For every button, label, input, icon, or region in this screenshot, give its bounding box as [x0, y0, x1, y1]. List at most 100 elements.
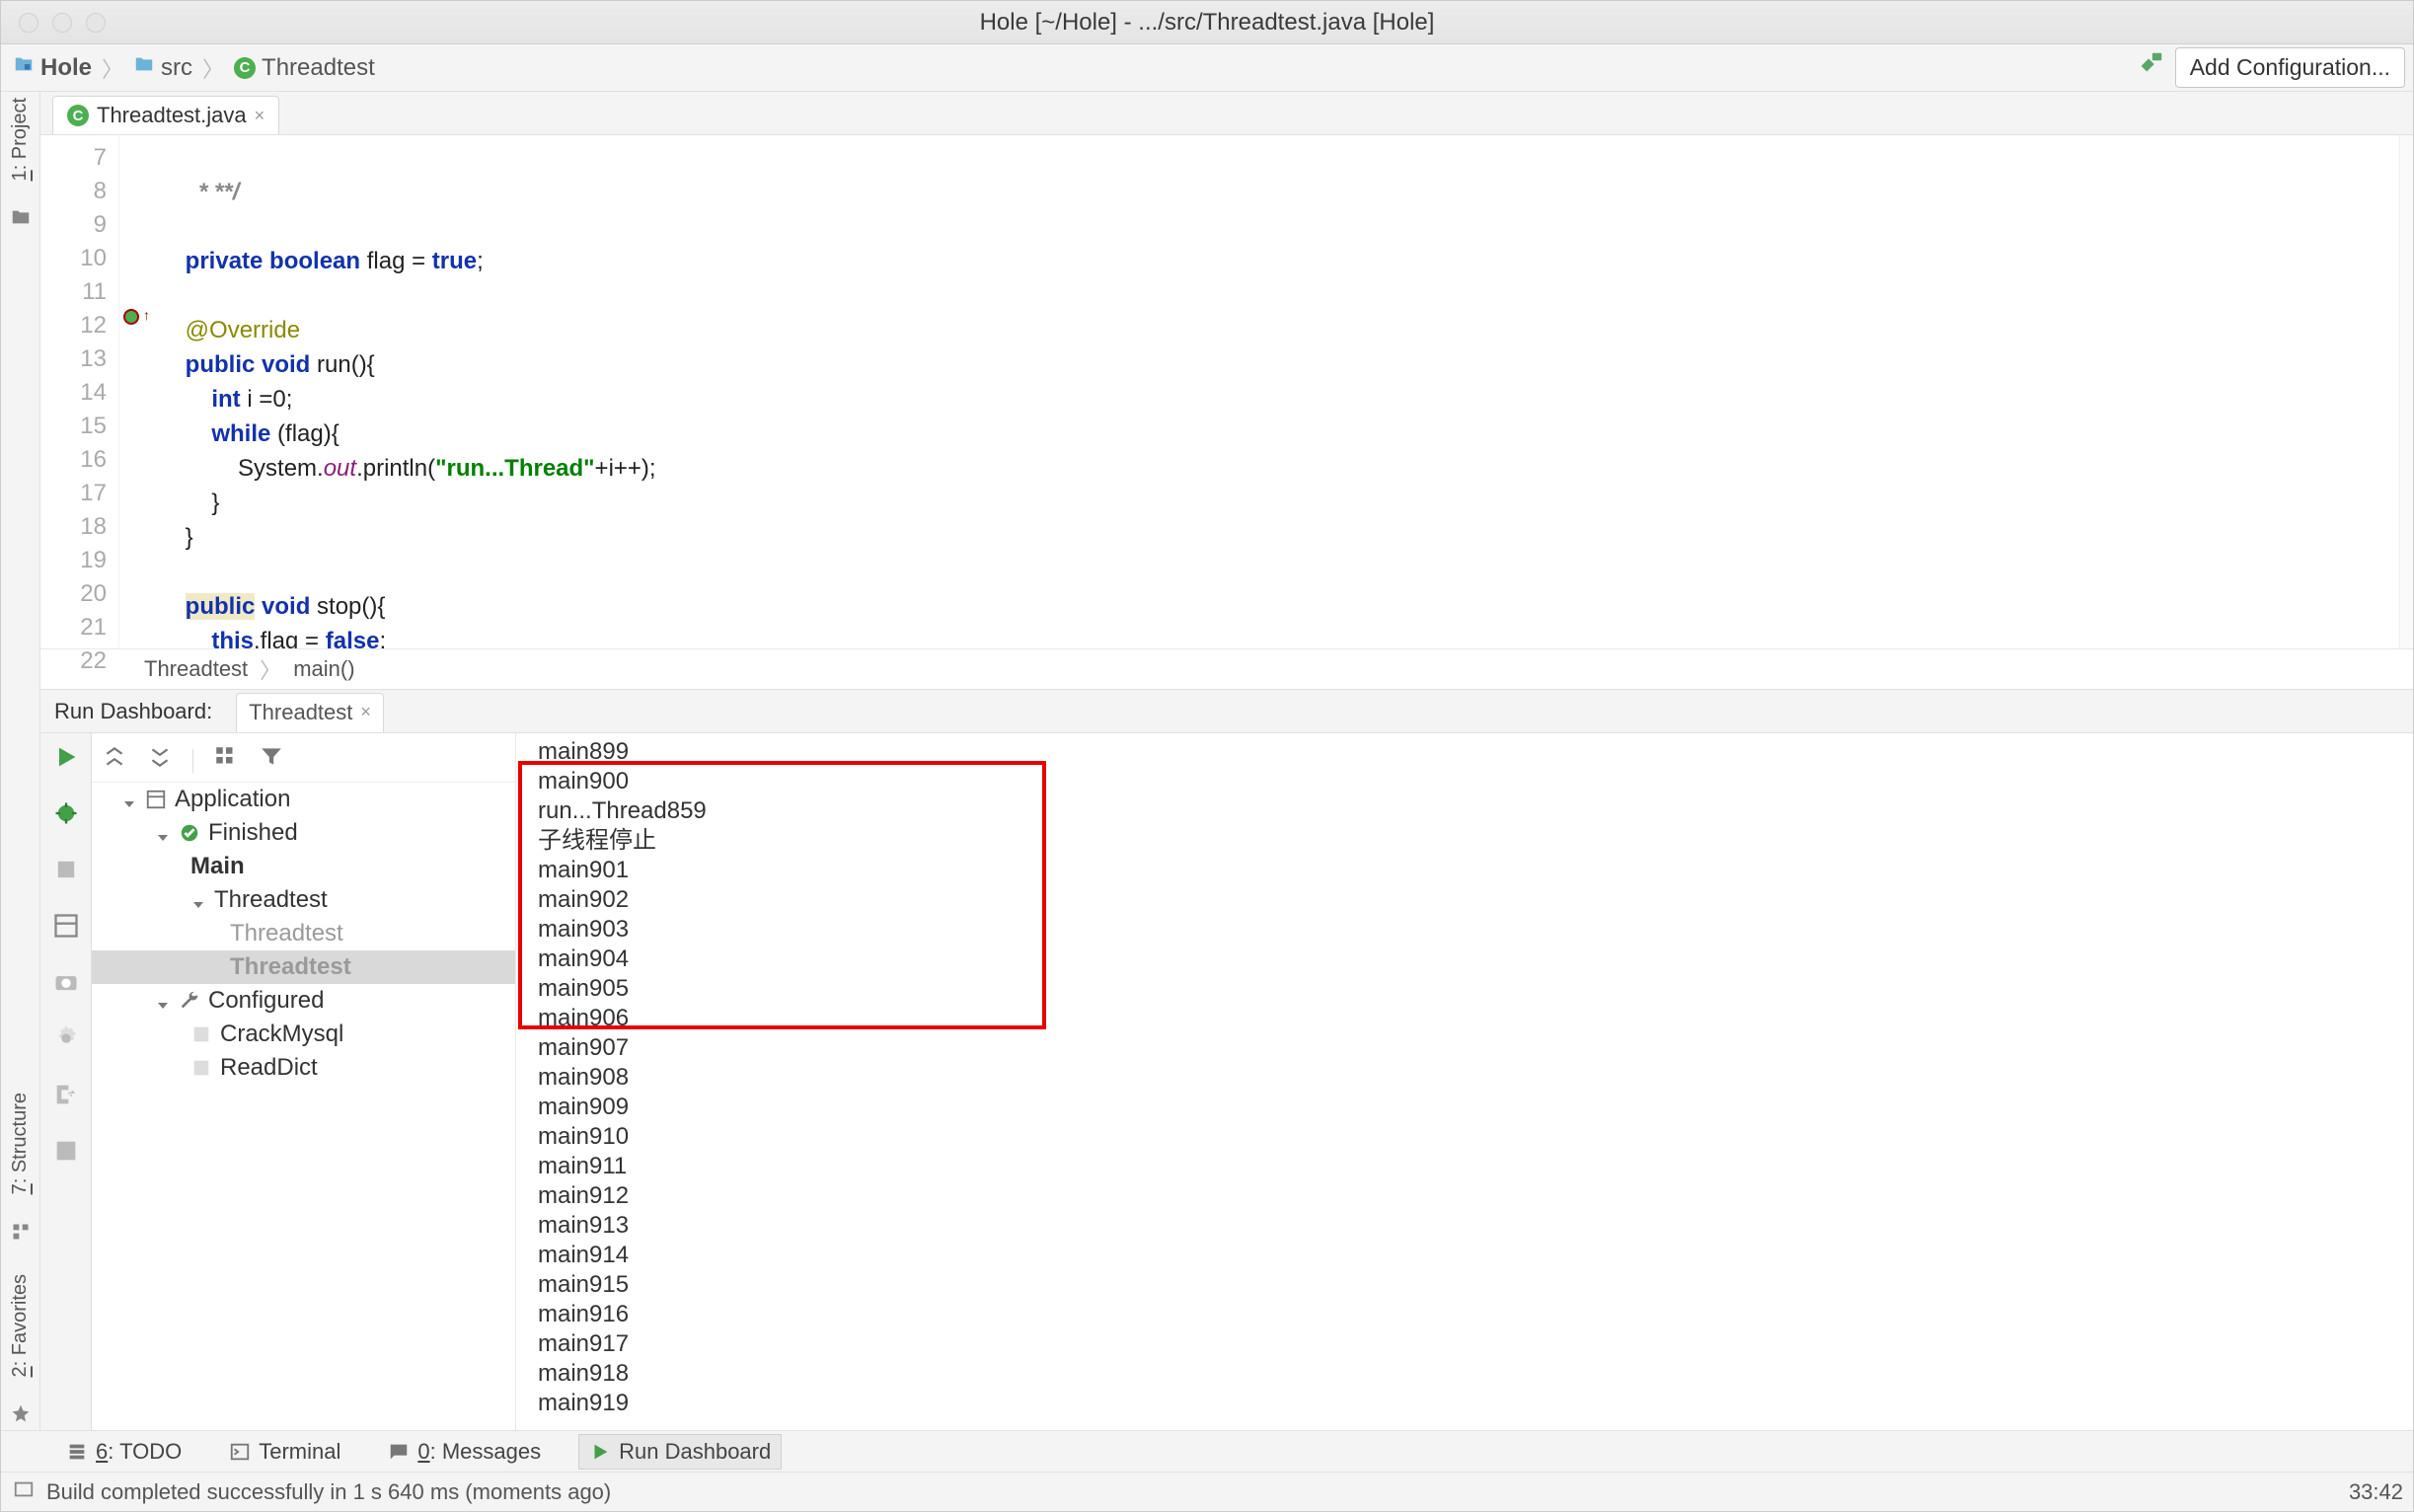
project-tool-button[interactable]: 1: Project	[9, 98, 32, 181]
console-line: main916	[538, 1300, 2413, 1329]
tree-node-readdict[interactable]: ReadDict	[92, 1051, 515, 1085]
console-line: main904	[538, 945, 2413, 974]
line-number: 13	[40, 342, 107, 376]
todo-tool-button[interactable]: 6: TODO	[56, 1435, 191, 1469]
panel-action-strip	[40, 733, 92, 1430]
breadcrumb-separator: 〉	[202, 52, 224, 84]
line-number: 9	[40, 208, 107, 242]
console-line: main905	[538, 974, 2413, 1004]
application-icon	[145, 789, 167, 810]
close-tab-icon[interactable]: ×	[255, 106, 265, 126]
wrench-icon	[179, 990, 200, 1012]
editor-tab-threadtest[interactable]: C Threadtest.java ×	[52, 96, 279, 134]
breadcrumb-src[interactable]: src	[133, 53, 192, 82]
status-text: Build completed successfully in 1 s 640 …	[46, 1479, 611, 1505]
favorites-tool-button[interactable]: 2: Favorites	[9, 1274, 32, 1377]
tree-label: CrackMysql	[220, 1021, 343, 1048]
chevron-down-icon	[155, 825, 171, 841]
line-number: 19	[40, 544, 107, 577]
breadcrumb-root[interactable]: Hole	[13, 53, 92, 82]
exit-icon[interactable]	[52, 1081, 80, 1115]
help-icon[interactable]	[52, 1137, 80, 1172]
tree-toolbar	[92, 739, 515, 783]
project-folder-icon	[10, 206, 32, 235]
console-output[interactable]: main899main900run...Thread859子线程停止main90…	[516, 733, 2413, 1430]
line-number: 14	[40, 376, 107, 410]
line-number: 12	[40, 309, 107, 342]
override-marker-icon[interactable]	[123, 309, 139, 325]
group-icon[interactable]	[213, 744, 239, 777]
debug-icon[interactable]	[52, 799, 80, 834]
line-number: 21	[40, 611, 107, 644]
navigation-bar: Hole 〉 src 〉 C Threadtest Add Configurat…	[1, 44, 2413, 92]
tree-label: Threadtest	[230, 953, 351, 981]
run-config-icon	[190, 1023, 212, 1045]
line-number: 15	[40, 410, 107, 443]
title-bar: Hole [~/Hole] - .../src/Threadtest.java …	[1, 1, 2413, 44]
editor-scrollbar[interactable]	[2399, 135, 2413, 648]
breadcrumb-separator: 〉	[102, 52, 123, 84]
stop-icon[interactable]	[52, 856, 80, 890]
tree-label: Finished	[208, 819, 298, 847]
camera-icon[interactable]	[52, 968, 80, 1003]
console-line: main918	[538, 1359, 2413, 1389]
tree-node-crackmysql[interactable]: CrackMysql	[92, 1018, 515, 1051]
build-icon[interactable]	[2136, 49, 2165, 86]
editor-tab-label: Threadtest.java	[97, 103, 247, 128]
expand-all-icon[interactable]	[102, 744, 127, 777]
filter-icon[interactable]	[259, 744, 284, 777]
terminal-tool-button[interactable]: Terminal	[219, 1435, 350, 1469]
structure-tool-button[interactable]: 7: Structure	[9, 1093, 32, 1194]
console-line: main899	[538, 737, 2413, 767]
run-configurations-tree[interactable]: Application Finished Main Threadtes	[92, 733, 516, 1430]
line-number: 16	[40, 443, 107, 477]
breadcrumb: Hole 〉 src 〉 C Threadtest	[13, 52, 375, 84]
line-number: 10	[40, 242, 107, 275]
tree-node-threadtest-run-selected[interactable]: Threadtest	[92, 950, 515, 984]
console-line: main917	[538, 1329, 2413, 1359]
tree-label: Configured	[208, 987, 324, 1015]
tree-node-threadtest-run[interactable]: Threadtest	[92, 917, 515, 950]
tree-node-configured[interactable]: Configured	[92, 984, 515, 1018]
layout-icon[interactable]	[52, 912, 80, 946]
tree-node-application[interactable]: Application	[92, 783, 515, 816]
collapse-all-icon[interactable]	[147, 744, 173, 777]
editor-breadcrumb: Threadtest 〉 main()	[40, 648, 2413, 690]
code-editor[interactable]: 78910111213141516171819202122 * **/ priv…	[40, 135, 2413, 648]
console-line: main911	[538, 1152, 2413, 1181]
line-number: 18	[40, 510, 107, 544]
breadcrumb-class-label: Threadtest	[262, 54, 375, 82]
bottom-tool-bar: 6: TODO Terminal 0: Messages Run Dashboa…	[1, 1430, 2413, 1472]
line-number: 11	[40, 275, 107, 309]
finished-icon	[179, 822, 200, 844]
console-line: main900	[538, 767, 2413, 796]
panel-title: Run Dashboard:	[54, 699, 212, 724]
console-line: main914	[538, 1241, 2413, 1270]
run-dashboard-tool-button[interactable]: Run Dashboard	[578, 1434, 782, 1470]
tree-node-finished[interactable]: Finished	[92, 816, 515, 850]
tree-label: Main	[190, 853, 245, 880]
tree-node-main[interactable]: Main	[92, 850, 515, 883]
cursor-position[interactable]: 33:42	[2349, 1479, 2403, 1505]
console-line: main907	[538, 1033, 2413, 1063]
panel-tab-threadtest[interactable]: Threadtest ×	[236, 693, 384, 732]
status-icon[interactable]	[13, 1478, 35, 1506]
add-configuration-button[interactable]: Add Configuration...	[2175, 47, 2405, 88]
editor-crumb-method[interactable]: main()	[293, 656, 354, 682]
console-line: main915	[538, 1270, 2413, 1300]
console-line: run...Thread859	[538, 796, 2413, 826]
settings-icon[interactable]	[52, 1024, 80, 1059]
editor-crumb-class[interactable]: Threadtest	[144, 656, 248, 682]
run-icon[interactable]	[52, 743, 80, 778]
tree-label: Threadtest	[230, 920, 343, 947]
messages-tool-button[interactable]: 0: Messages	[378, 1435, 551, 1469]
tree-node-threadtest[interactable]: Threadtest	[92, 883, 515, 917]
breadcrumb-class[interactable]: C Threadtest	[234, 54, 375, 82]
code-area[interactable]: * **/ private boolean flag = true; @Over…	[159, 135, 2413, 648]
console-line: main910	[538, 1122, 2413, 1152]
line-number: 22	[40, 644, 107, 678]
chevron-down-icon	[190, 892, 206, 908]
run-config-icon	[190, 1057, 212, 1079]
close-tab-icon[interactable]: ×	[360, 702, 371, 722]
console-line: main912	[538, 1181, 2413, 1211]
